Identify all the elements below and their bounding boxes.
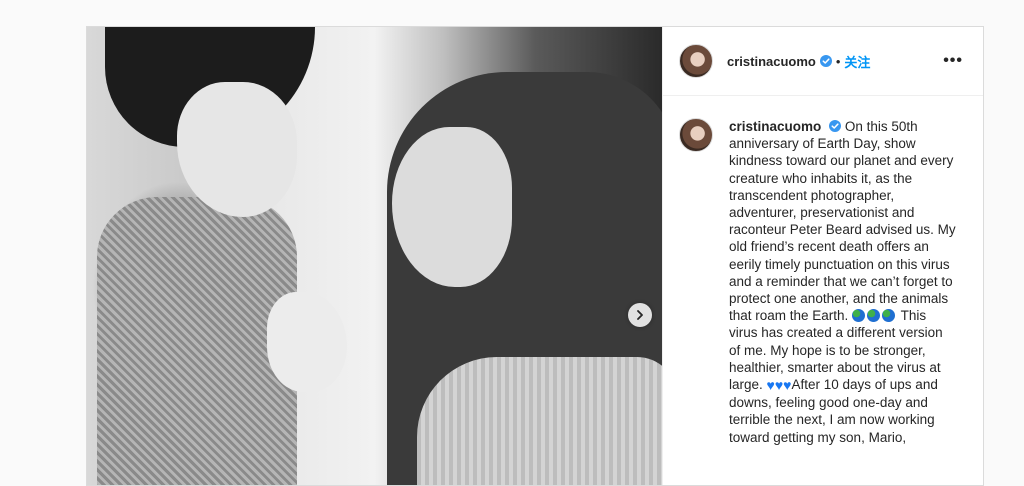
next-image-button[interactable] bbox=[628, 303, 652, 327]
post-media[interactable] bbox=[87, 27, 662, 485]
verified-badge-icon bbox=[829, 120, 842, 132]
caption-text-part1: On this 50th anniversary of Earth Day, s… bbox=[729, 119, 956, 324]
more-options-icon[interactable]: ••• bbox=[939, 52, 967, 70]
header-separator: • bbox=[835, 53, 841, 69]
caption-username[interactable]: cristinacuomo bbox=[729, 119, 821, 134]
verified-badge-icon bbox=[819, 55, 832, 67]
comments-area: cristinacuomo On this 50th anniversary o… bbox=[663, 96, 983, 485]
header-username[interactable]: cristinacuomo bbox=[727, 54, 816, 69]
chevron-right-icon bbox=[637, 310, 643, 320]
caption-avatar[interactable] bbox=[679, 118, 713, 152]
post-dialog: cristinacuomo • 关注 ••• cristinacuomo On … bbox=[86, 26, 984, 486]
blue-heart-emoji-icon: ♥ bbox=[774, 377, 784, 394]
globe-emoji-icon bbox=[882, 309, 896, 323]
photo-woman-sweater bbox=[417, 357, 662, 485]
globe-emoji-icon bbox=[852, 309, 866, 323]
avatar[interactable] bbox=[679, 44, 713, 78]
photo-woman-face bbox=[392, 127, 512, 287]
post-sidebar: cristinacuomo • 关注 ••• cristinacuomo On … bbox=[662, 27, 983, 485]
globe-emoji-icon bbox=[867, 309, 881, 323]
post-photo bbox=[87, 27, 662, 485]
follow-button[interactable]: 关注 bbox=[844, 52, 870, 71]
photo-child-hand bbox=[267, 292, 347, 392]
blue-heart-emoji-icon: ♥ bbox=[766, 377, 775, 394]
post-caption: cristinacuomo On this 50th anniversary o… bbox=[729, 118, 957, 485]
post-header: cristinacuomo • 关注 ••• bbox=[663, 27, 983, 96]
